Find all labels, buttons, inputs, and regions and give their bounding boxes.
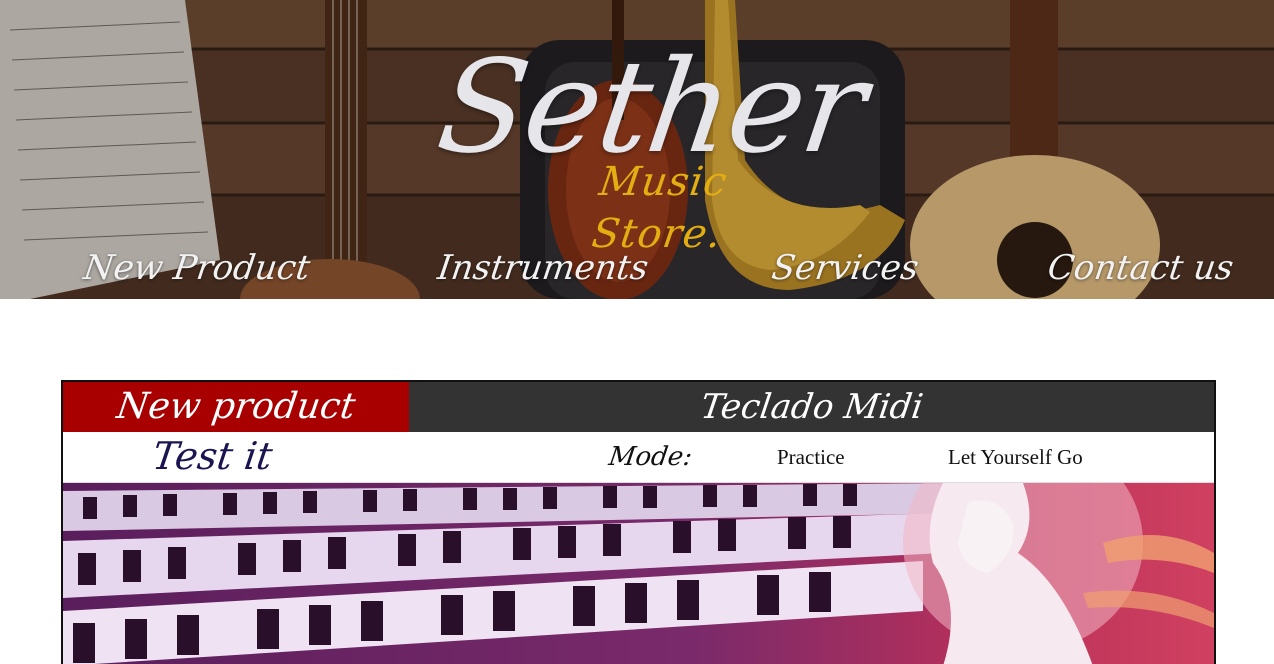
mode-label: Mode:	[606, 442, 695, 472]
mode-option-let-yourself-go[interactable]: Let Yourself Go	[948, 432, 1083, 483]
main-nav: New Product Instruments Services Contact…	[0, 240, 1274, 296]
nav-item-services[interactable]: Services	[769, 244, 922, 292]
mode-option-practice[interactable]: Practice	[777, 432, 845, 483]
panel-header-row: New product Teclado Midi	[63, 382, 1214, 432]
nav-item-new-product[interactable]: New Product	[81, 244, 313, 292]
product-name: Teclado Midi	[697, 387, 926, 427]
nav-item-instruments[interactable]: Instruments	[435, 244, 652, 292]
product-image-keyboard	[63, 483, 1214, 664]
product-panel: New product Teclado Midi Test it Mode: P…	[61, 380, 1216, 664]
new-product-tab[interactable]: New product	[63, 382, 409, 432]
product-name-bar: Teclado Midi	[409, 382, 1214, 432]
nav-item-contact-us[interactable]: Contact us	[1045, 244, 1237, 292]
header-hero: Sether Music Store. New Product Instrume…	[0, 0, 1274, 299]
controls-row: Test it Mode: Practice Let Yourself Go	[63, 432, 1214, 483]
new-product-tab-label: New product	[114, 386, 358, 427]
test-it-label: Test it	[149, 434, 276, 478]
